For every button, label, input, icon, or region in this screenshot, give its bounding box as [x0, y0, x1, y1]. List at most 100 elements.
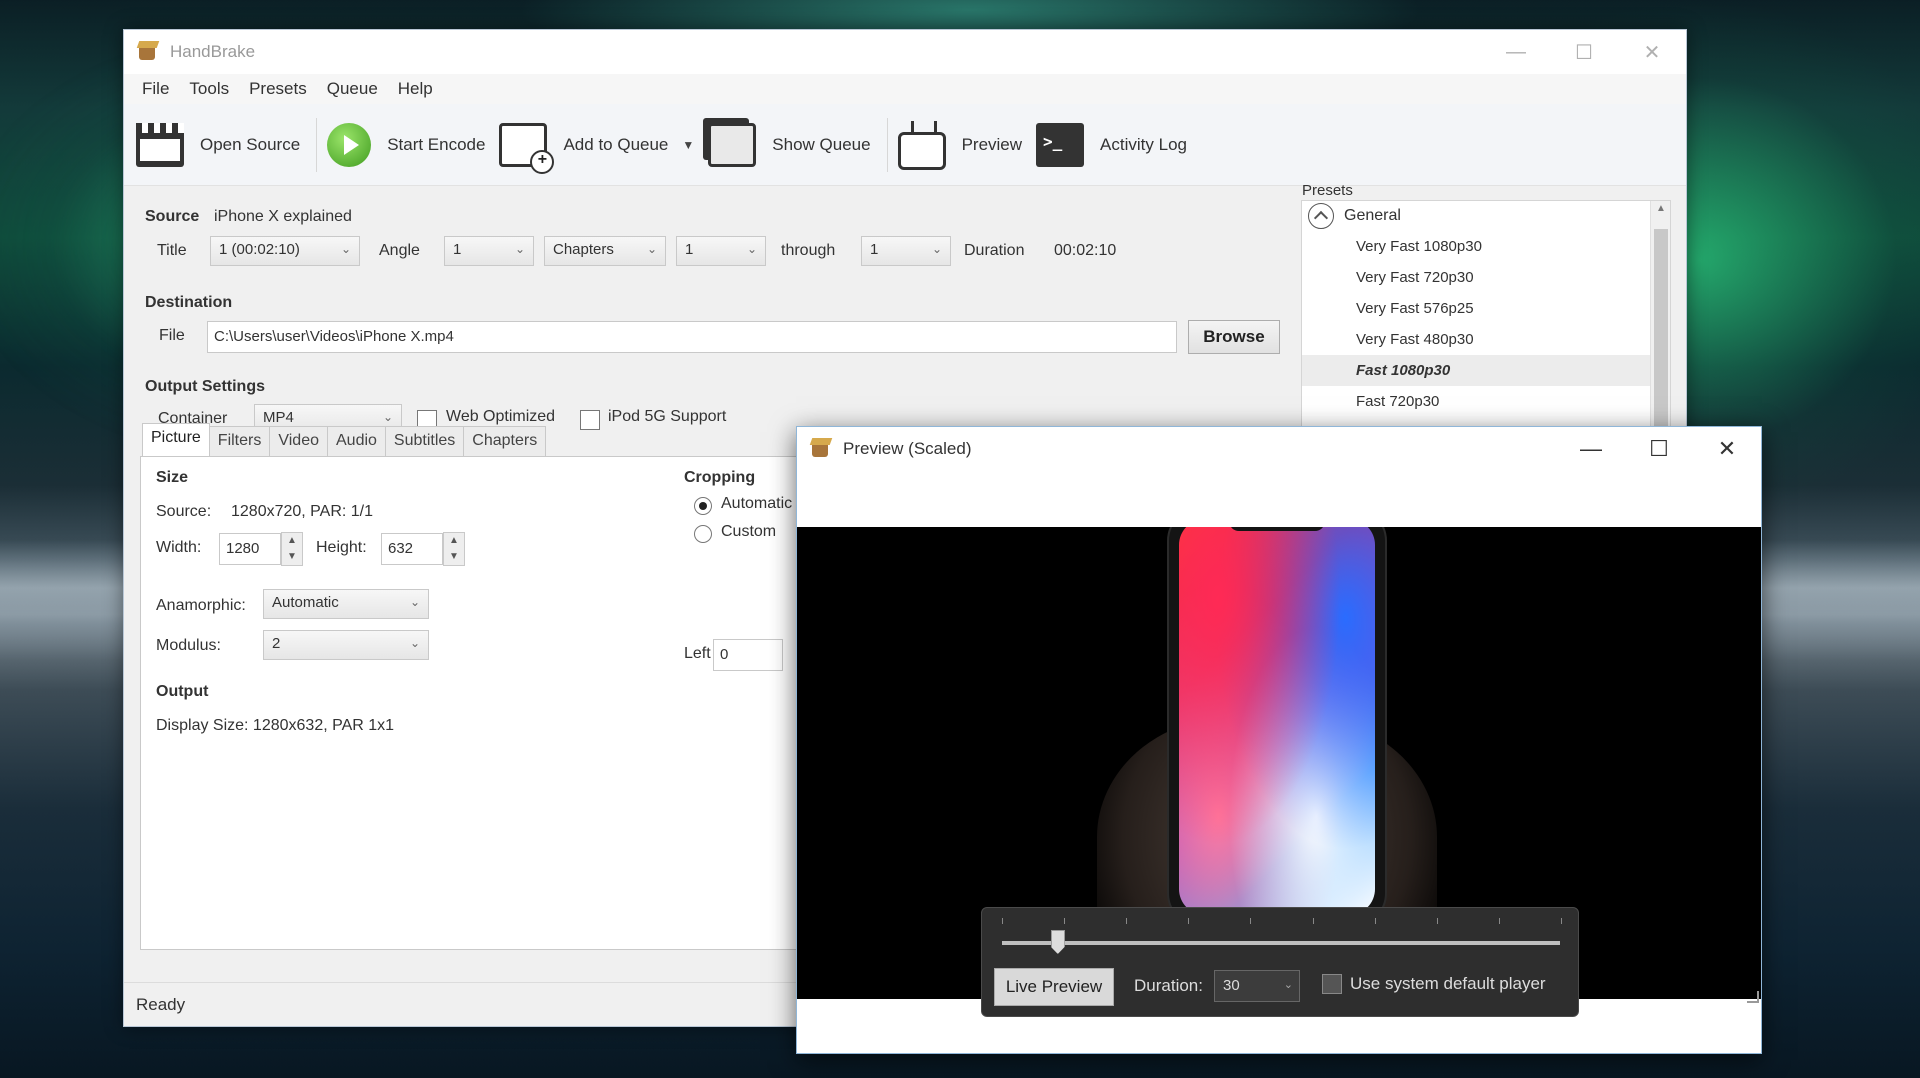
activity-log-label: Activity Log	[1100, 134, 1187, 154]
tab-filters[interactable]: Filters	[208, 426, 271, 456]
ipod-support-checkbox[interactable]	[580, 410, 600, 430]
crop-left-input[interactable]: 0	[713, 639, 783, 671]
destination-file-input[interactable]: C:\Users\user\Videos\iPhone X.mp4	[207, 321, 1177, 353]
anamorphic-select[interactable]: Automatic ⌄	[263, 589, 429, 619]
show-queue-button[interactable]: Show Queue	[704, 115, 880, 175]
window-title: HandBrake	[170, 42, 256, 61]
minimize-button[interactable]: —	[1482, 30, 1550, 74]
chevron-down-icon: ⌄	[409, 636, 420, 650]
add-to-queue-button[interactable]: Add to Queue ▼	[495, 115, 704, 175]
title-select[interactable]: 1 (00:02:10) ⌄	[210, 236, 360, 266]
spin-down-icon[interactable]: ▼	[444, 549, 464, 565]
open-source-button[interactable]: Open Source	[132, 115, 310, 175]
chevron-down-icon: ⌄	[514, 242, 525, 256]
preview-position-track[interactable]	[1002, 941, 1560, 945]
show-queue-label: Show Queue	[772, 134, 871, 154]
picture-source-label: Source:	[156, 503, 212, 520]
browse-button[interactable]: Browse	[1188, 320, 1280, 354]
chevron-down-icon: ⌄	[646, 242, 657, 256]
live-preview-button[interactable]: Live Preview	[994, 968, 1114, 1006]
angle-select[interactable]: 1 ⌄	[444, 236, 534, 266]
preset-item[interactable]: Very Fast 1080p30	[1302, 231, 1670, 262]
use-default-player-checkbox[interactable]	[1322, 974, 1342, 994]
preview-duration-select[interactable]: 30 ⌄	[1214, 970, 1300, 1002]
preset-item-selected[interactable]: Fast 1080p30	[1302, 355, 1670, 386]
maximize-button[interactable]: ☐	[1625, 427, 1693, 471]
handbrake-app-icon	[809, 437, 833, 461]
spin-up-icon[interactable]: ▲	[444, 533, 464, 549]
activity-log-button[interactable]: Activity Log	[1032, 115, 1197, 175]
status-text: Ready	[136, 995, 186, 1014]
menu-queue[interactable]: Queue	[317, 79, 388, 99]
toolbar-separator	[316, 117, 318, 172]
preview-position-slider[interactable]	[1050, 930, 1065, 954]
title-bar[interactable]: HandBrake — ☐ ✕	[124, 30, 1686, 74]
preview-button[interactable]: Preview	[894, 115, 1032, 175]
chevron-down-icon: ⌄	[931, 242, 942, 256]
menu-help[interactable]: Help	[388, 79, 443, 99]
menu-file[interactable]: File	[132, 79, 179, 99]
picture-tab-panel: Size Source: 1280x720, PAR: 1/1 Width: 1…	[140, 456, 798, 950]
close-button[interactable]: ✕	[1618, 30, 1686, 74]
file-label: File	[159, 327, 185, 344]
presets-panel: Presets General Very Fast 1080p30 Very F…	[1296, 182, 1676, 448]
preview-duration-value: 30	[1223, 977, 1240, 994]
web-optimized-label: Web Optimized	[446, 408, 556, 425]
ipod-support-label: iPod 5G Support	[608, 408, 727, 425]
tab-video[interactable]: Video	[269, 426, 328, 456]
preset-item[interactable]: Fast 720p30	[1302, 386, 1670, 417]
preview-window: Preview (Scaled) — ☐ ✕ Live Preview Dura…	[796, 426, 1762, 1054]
range-start-value: 1	[685, 241, 694, 258]
modulus-select[interactable]: 2 ⌄	[263, 630, 429, 660]
resize-grip-icon[interactable]	[1747, 991, 1759, 1003]
preset-item[interactable]: Very Fast 720p30	[1302, 262, 1670, 293]
chevron-down-icon: ⌄	[409, 595, 420, 609]
width-spinner[interactable]: ▲ ▼	[281, 532, 303, 566]
maximize-button[interactable]: ☐	[1550, 30, 1618, 74]
preset-group-general[interactable]: General	[1302, 201, 1670, 231]
crop-automatic-label: Automatic	[721, 495, 793, 512]
open-source-label: Open Source	[200, 134, 301, 154]
scrollbar-thumb[interactable]	[1654, 229, 1668, 429]
height-input[interactable]: 632	[381, 533, 443, 565]
range-mode-value: Chapters	[553, 241, 614, 258]
preview-title-bar[interactable]: Preview (Scaled) — ☐ ✕	[797, 427, 1761, 471]
through-label: through	[781, 242, 836, 259]
settings-tabs: Picture Filters Video Audio Subtitles Ch…	[142, 423, 547, 456]
crop-custom-radio[interactable]	[694, 525, 712, 543]
toolbar: Open Source Start Encode Add to Queue ▼ …	[124, 104, 1686, 186]
start-encode-button[interactable]: Start Encode	[323, 115, 495, 175]
caret-down-icon[interactable]: ▼	[682, 138, 694, 152]
tab-chapters[interactable]: Chapters	[463, 426, 547, 456]
height-spinner[interactable]: ▲ ▼	[443, 532, 465, 566]
range-start-select[interactable]: 1 ⌄	[676, 236, 766, 266]
crop-automatic-radio[interactable]	[694, 497, 712, 515]
spin-up-icon[interactable]: ▲	[282, 533, 302, 549]
menu-presets[interactable]: Presets	[239, 79, 317, 99]
tab-subtitles[interactable]: Subtitles	[384, 426, 465, 456]
spin-down-icon[interactable]: ▼	[282, 549, 302, 565]
menu-tools[interactable]: Tools	[179, 79, 239, 99]
preset-item[interactable]: Very Fast 480p30	[1302, 324, 1670, 355]
minimize-button[interactable]: —	[1557, 427, 1625, 471]
range-end-select[interactable]: 1 ⌄	[861, 236, 951, 266]
output-heading: Output	[156, 683, 209, 700]
range-mode-select[interactable]: Chapters ⌄	[544, 236, 666, 266]
container-value: MP4	[263, 409, 294, 426]
use-default-player-label: Use system default player	[1350, 974, 1546, 993]
add-to-queue-label: Add to Queue	[563, 134, 669, 154]
collapse-icon[interactable]	[1308, 203, 1334, 229]
close-button[interactable]: ✕	[1693, 427, 1761, 471]
scroll-up-icon[interactable]: ▲	[1651, 203, 1670, 214]
tab-picture[interactable]: Picture	[142, 423, 210, 456]
preview-controls-panel: Live Preview Duration: 30 ⌄ Use system de…	[981, 907, 1579, 1017]
tab-audio[interactable]: Audio	[327, 426, 386, 456]
width-input[interactable]: 1280	[219, 533, 281, 565]
chevron-down-icon: ⌄	[746, 242, 757, 256]
preset-item[interactable]: Very Fast 576p25	[1302, 293, 1670, 324]
height-label: Height:	[316, 539, 367, 556]
width-label: Width:	[156, 539, 202, 556]
presets-scrollbar[interactable]: ▲	[1650, 201, 1670, 447]
display-size: Display Size: 1280x632, PAR 1x1	[156, 717, 395, 734]
toolbar-separator	[886, 117, 888, 172]
